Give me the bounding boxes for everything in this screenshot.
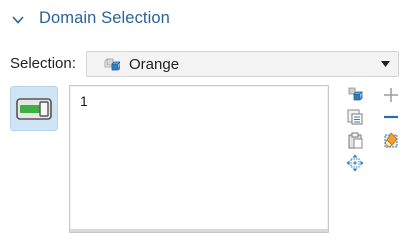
remove-button[interactable] (382, 108, 400, 126)
section-header[interactable]: Domain Selection (0, 0, 402, 40)
paste-button[interactable] (346, 131, 364, 149)
domain-selection-panel: Domain Selection Selection: Orange 1 (0, 0, 402, 243)
remove-icon (384, 115, 398, 119)
selection-list[interactable]: 1 (69, 85, 329, 233)
zoom-to-selection-icon (346, 154, 364, 172)
selection-value: Orange (129, 56, 180, 73)
section-title: Domain Selection (39, 9, 170, 27)
clear-selection-icon (384, 132, 398, 148)
paste-selection-list-button[interactable] (346, 108, 364, 126)
copy-selection-icon (348, 87, 363, 101)
toggle-active-icon (16, 98, 52, 120)
paste-icon (348, 132, 363, 149)
selection-dropdown[interactable]: Orange (86, 51, 399, 77)
triangle-down-icon (381, 61, 390, 67)
zoom-to-selection-button[interactable] (346, 154, 364, 172)
clear-selection-button[interactable] (382, 131, 400, 149)
copy-selection-button[interactable] (346, 86, 364, 104)
list-item[interactable]: 1 (80, 93, 88, 109)
active-toggle-button[interactable] (10, 86, 58, 131)
add-icon (384, 88, 398, 102)
selection-node-icon (104, 58, 120, 71)
paste-selection-list-icon (347, 109, 363, 125)
add-button[interactable] (382, 86, 400, 104)
selection-label: Selection: (10, 55, 76, 72)
chevron-down-icon[interactable] (12, 15, 24, 25)
